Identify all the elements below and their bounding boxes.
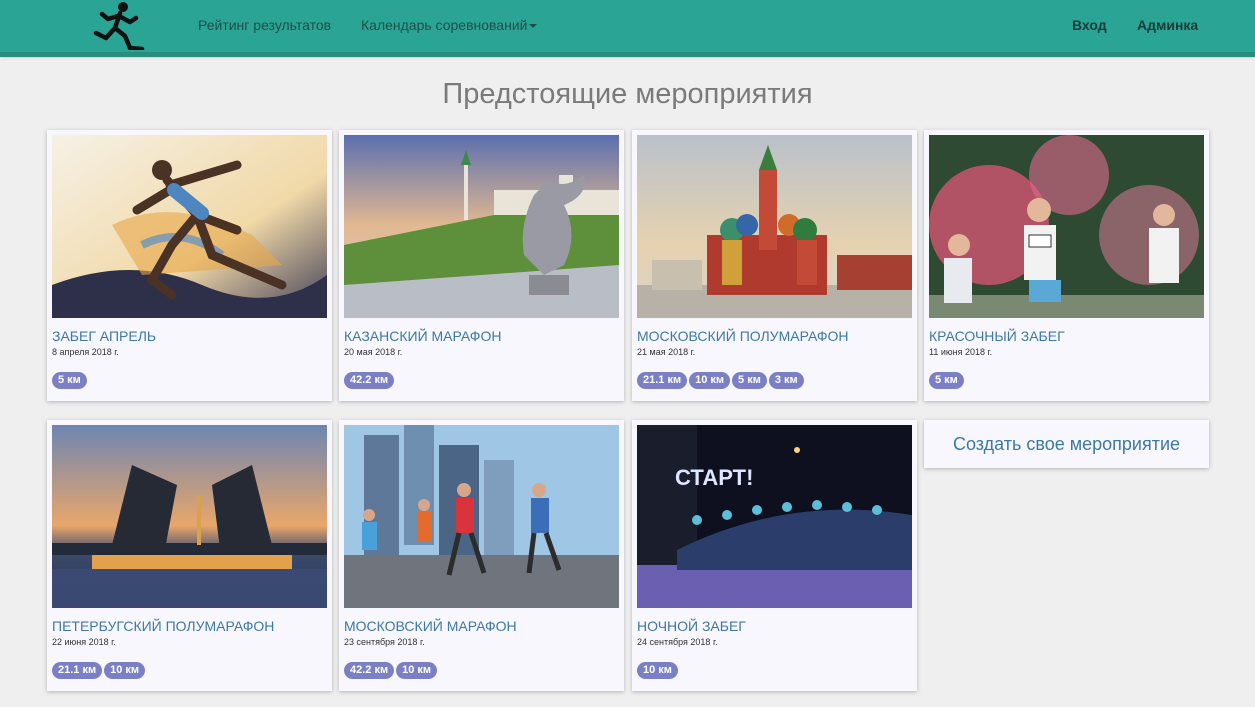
distance-badges: 21.1 км 10 км <box>52 662 146 679</box>
navbar-shadow-strip <box>0 52 1255 57</box>
chevron-down-icon <box>529 24 538 29</box>
runner-logo-icon[interactable] <box>90 0 146 50</box>
distance-badge: 3 км <box>768 372 804 389</box>
create-event-button[interactable]: Создать свое мероприятие <box>924 420 1209 468</box>
distance-badge: 5 км <box>52 372 87 389</box>
event-card[interactable]: МОСКОВСКИЙ ПОЛУМАРАФОН 21 мая 2018 г. 21… <box>632 130 917 401</box>
event-card[interactable]: ЗАБЕГ АПРЕЛЬ 8 апреля 2018 г. 5 км <box>47 130 332 401</box>
distance-badges: 42.2 км 10 км <box>344 662 438 679</box>
event-title[interactable]: ЗАБЕГ АПРЕЛЬ <box>52 328 156 344</box>
distance-badges: 42.2 км <box>344 372 395 389</box>
distance-badge: 5 км <box>929 372 964 389</box>
distance-badge: 21.1 км <box>637 372 688 389</box>
distance-badges: 5 км <box>52 372 87 389</box>
distance-badge: 10 км <box>689 372 731 389</box>
distance-badge: 10 км <box>396 662 438 679</box>
distance-badge: 10 км <box>104 662 146 679</box>
event-date: 11 июня 2018 г. <box>929 347 993 357</box>
distance-badge: 10 км <box>637 662 678 679</box>
event-card[interactable]: СТАРТ! НОЧНОЙ ЗАБЕГ 24 сентября 2018 г. … <box>632 420 917 691</box>
distance-badge: 42.2 км <box>344 372 395 389</box>
event-date: 22 июня 2018 г. <box>52 637 116 647</box>
event-card[interactable]: МОСКОВСКИЙ МАРАФОН 23 сентября 2018 г. 4… <box>339 420 624 691</box>
distance-badge: 42.2 км <box>344 662 395 679</box>
event-image-kazan-dragon[interactable] <box>344 135 619 318</box>
top-navbar: Рейтинг результатов Календарь соревнован… <box>0 0 1255 57</box>
event-date: 20 мая 2018 г. <box>344 347 403 357</box>
distance-badges: 10 км <box>637 662 678 679</box>
event-date: 8 апреля 2018 г. <box>52 347 119 357</box>
event-date: 23 сентября 2018 г. <box>344 637 425 647</box>
event-image-st-basil-cathedral[interactable] <box>637 135 912 318</box>
event-title[interactable]: ПЕТЕРБУГСКИЙ ПОЛУМАРАФОН <box>52 618 274 634</box>
event-title[interactable]: НОЧНОЙ ЗАБЕГ <box>637 618 746 634</box>
start-sign-text: СТАРТ! <box>675 465 753 490</box>
event-image-drawbridge[interactable] <box>52 425 327 608</box>
event-image-moscow-city-runners[interactable] <box>344 425 619 608</box>
event-title[interactable]: МОСКОВСКИЙ МАРАФОН <box>344 618 517 634</box>
nav-link-competition-calendar-label: Календарь соревнований <box>361 17 528 33</box>
event-card[interactable]: ПЕТЕРБУГСКИЙ ПОЛУМАРАФОН 22 июня 2018 г.… <box>47 420 332 691</box>
event-card[interactable]: КАЗАНСКИЙ МАРАФОН 20 мая 2018 г. 42.2 км <box>339 130 624 401</box>
distance-badge: 21.1 км <box>52 662 103 679</box>
event-image-color-run[interactable] <box>929 135 1204 318</box>
event-card[interactable]: КРАСОЧНЫЙ ЗАБЕГ 11 июня 2018 г. 5 км <box>924 130 1209 401</box>
event-image-night-run-start[interactable]: СТАРТ! <box>637 425 912 608</box>
page-title: Предстоящие мероприятия <box>442 78 813 110</box>
login-link[interactable]: Вход <box>1072 17 1107 33</box>
event-date: 21 мая 2018 г. <box>637 347 696 357</box>
distance-badges: 21.1 км 10 км 5 км 3 км <box>637 372 804 389</box>
event-date: 24 сентября 2018 г. <box>637 637 718 647</box>
distance-badges: 5 км <box>929 372 964 389</box>
admin-link[interactable]: Админка <box>1137 17 1198 33</box>
event-title[interactable]: МОСКОВСКИЙ ПОЛУМАРАФОН <box>637 328 849 344</box>
nav-link-results-rating[interactable]: Рейтинг результатов <box>198 17 331 33</box>
event-image-runner-painting[interactable] <box>52 135 327 318</box>
event-title[interactable]: КАЗАНСКИЙ МАРАФОН <box>344 328 501 344</box>
distance-badge: 5 км <box>732 372 767 389</box>
event-title[interactable]: КРАСОЧНЫЙ ЗАБЕГ <box>929 328 1065 344</box>
nav-link-competition-calendar[interactable]: Календарь соревнований <box>361 17 538 33</box>
